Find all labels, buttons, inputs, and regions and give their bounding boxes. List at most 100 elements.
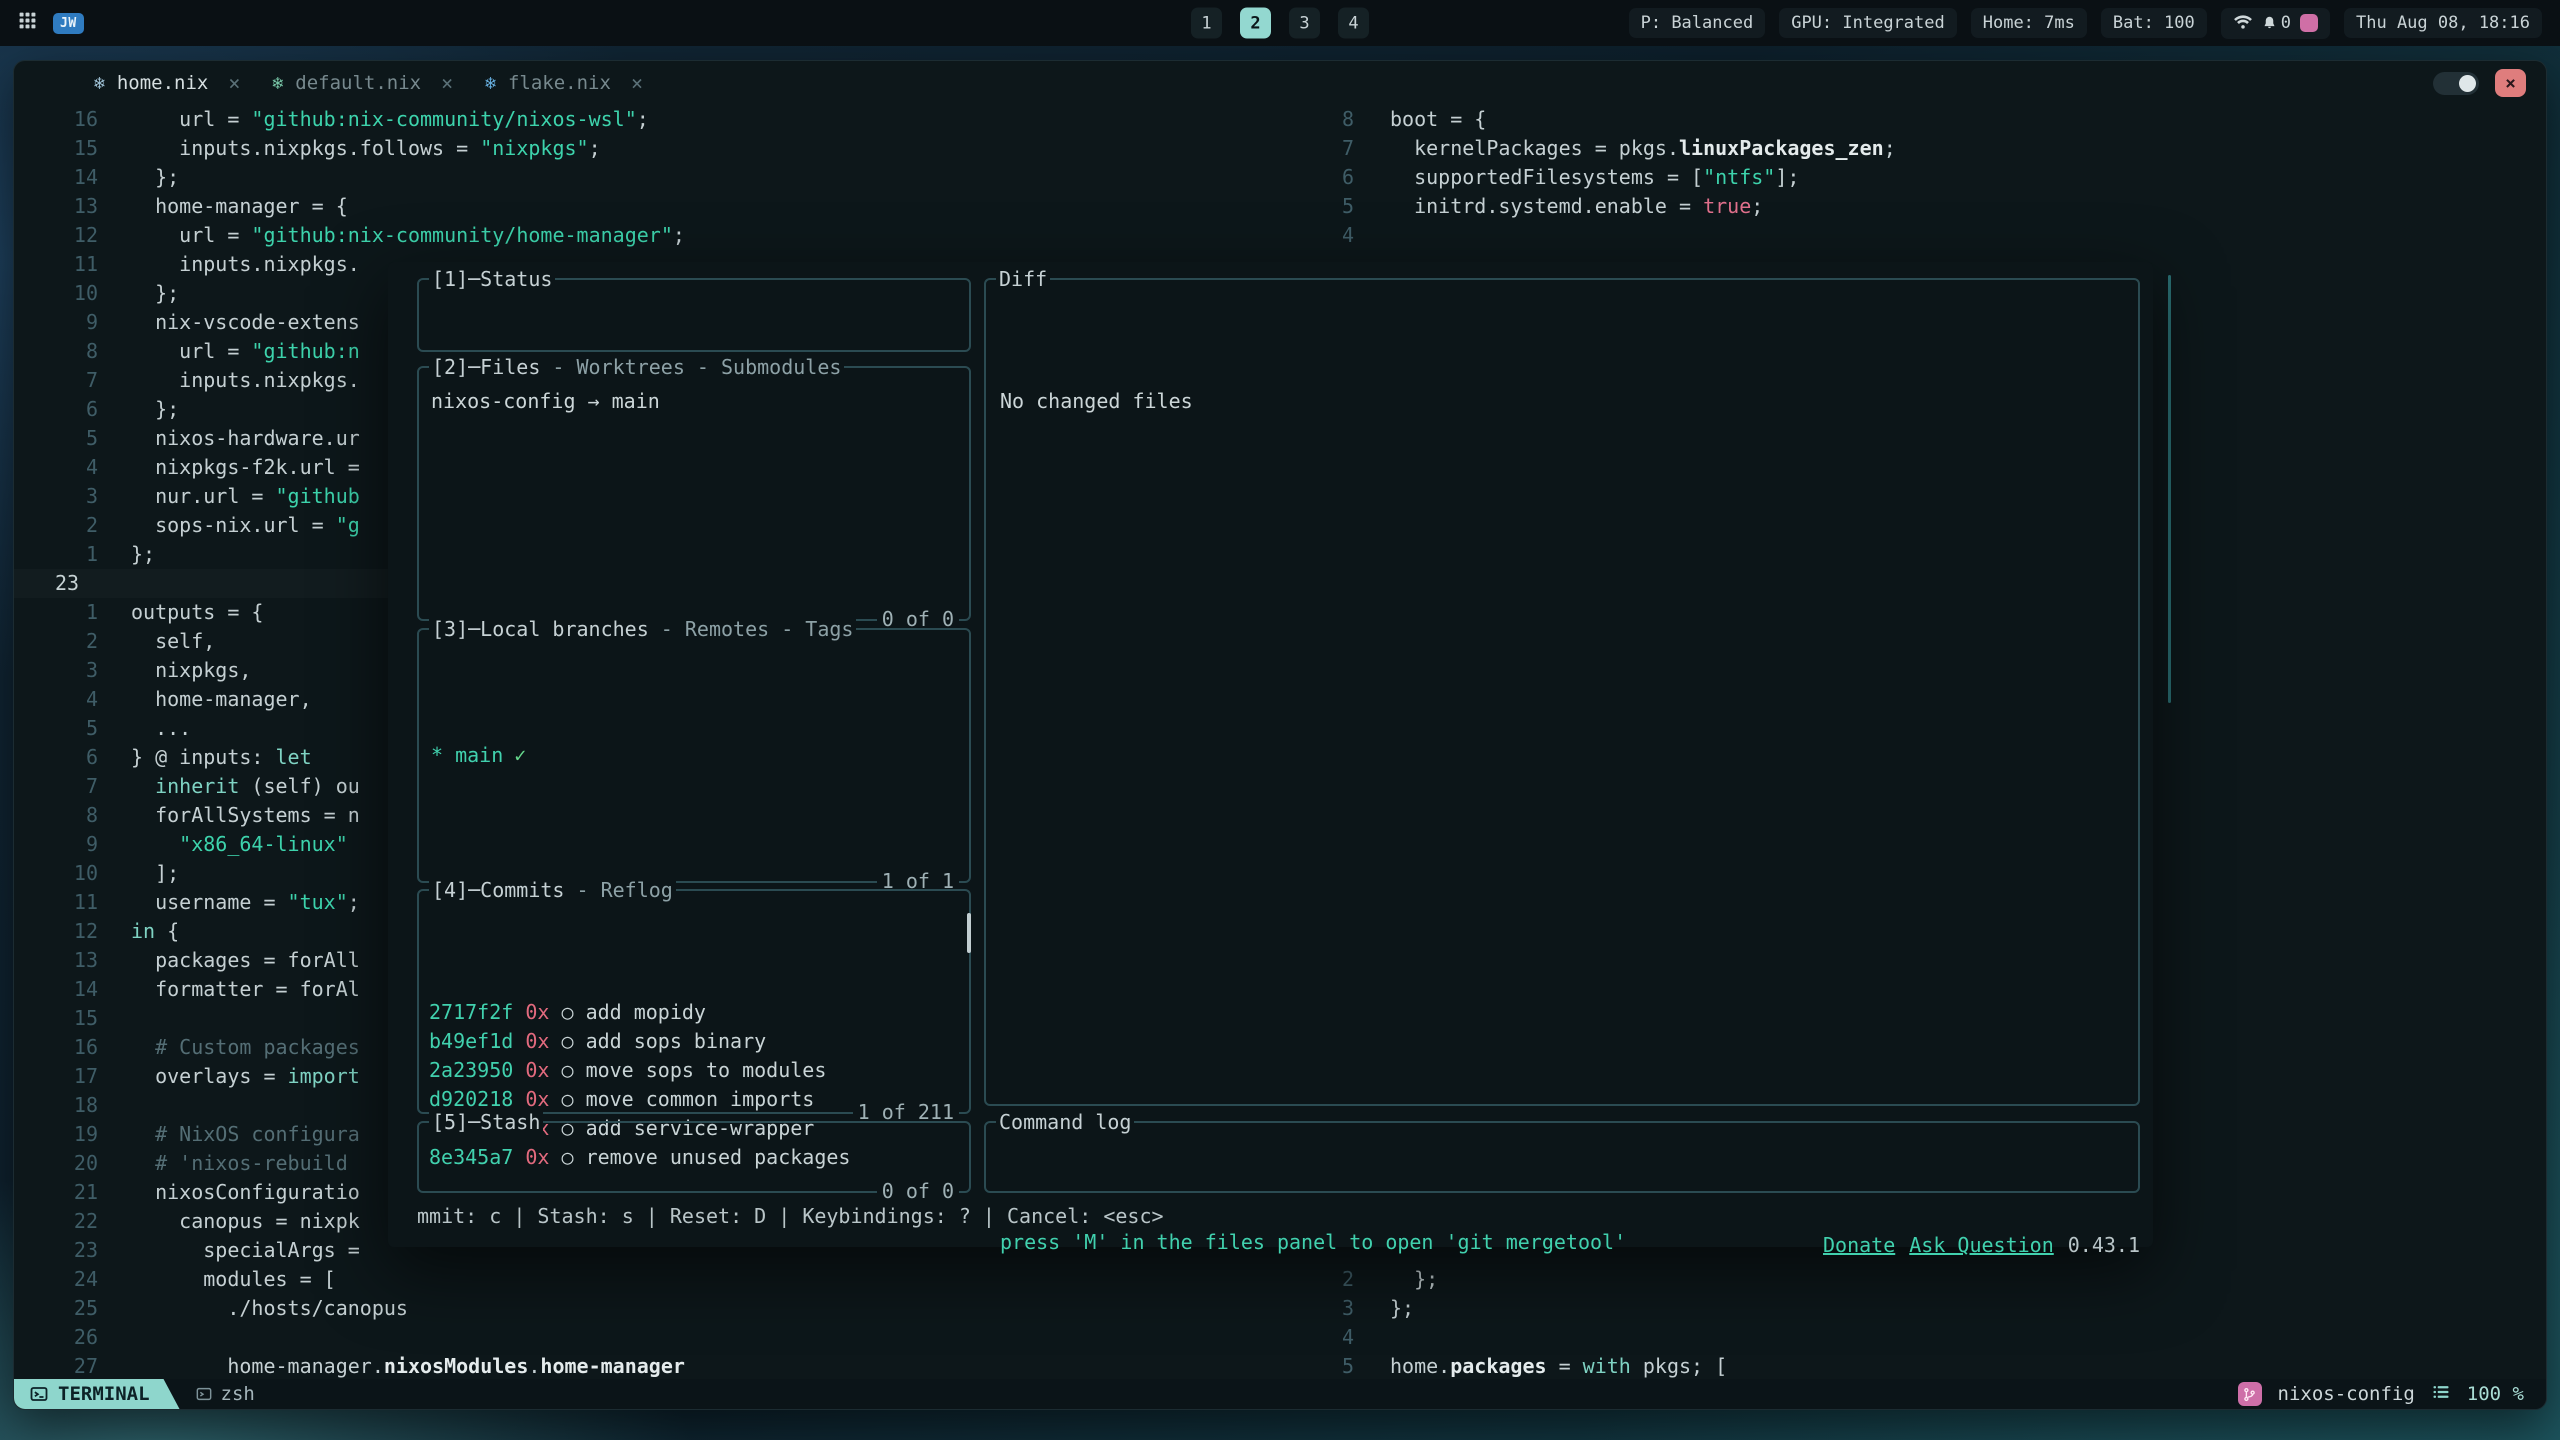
donate-link[interactable]: Donate: [1823, 1233, 1895, 1257]
line-number: 21: [14, 1178, 98, 1207]
line-text: canopus = nixpk: [131, 1209, 360, 1233]
commit-row[interactable]: 2717f2f 0x ○ add mopidy: [429, 998, 969, 1027]
lazygit-panel-status[interactable]: [1]─Status nixos-config → main: [417, 278, 971, 352]
tab-label: flake.nix: [508, 72, 611, 94]
tab-default.nix[interactable]: ❄default.nix×: [272, 71, 453, 95]
line-text: nixpkgs,: [131, 658, 251, 682]
top-bar: JW 1234 P: Balanced GPU: Integrated Home…: [0, 0, 2560, 46]
line-text: nixpkgs-f2k.url =: [131, 455, 360, 479]
notifications-button[interactable]: 0: [2262, 13, 2291, 33]
branch-name: * main: [431, 743, 503, 767]
commit-row[interactable]: 2a23950 0x ○ move sops to modules: [429, 1056, 969, 1085]
line-number: 6: [1284, 163, 1354, 192]
workspace-button-3[interactable]: 3: [1289, 8, 1320, 39]
commit-graph-node: ○: [561, 1000, 585, 1024]
mode-segment: TERMINAL: [14, 1379, 180, 1409]
line-text: inputs.nixpkgs.: [131, 368, 360, 392]
line-text: nur.url = "github: [131, 484, 360, 508]
commit-graph-node: ○: [561, 1058, 585, 1082]
line-text: forAllSystems = n: [131, 803, 360, 827]
line-text: overlays = import: [131, 1064, 360, 1088]
line-text: };: [131, 542, 155, 566]
tab-close-icon[interactable]: ×: [631, 71, 643, 95]
workspace-button-2[interactable]: 2: [1240, 8, 1271, 39]
lazygit-panel-diff[interactable]: Diff No changed files: [984, 278, 2140, 1106]
power-profile-label: P: Balanced: [1641, 13, 1754, 33]
commit-author: 0x: [513, 1058, 561, 1082]
lazygit-panel-commits[interactable]: [4]─Commits - Reflog 2717f2f 0x ○ add mo…: [417, 889, 971, 1114]
editor-line: 12 url = "github:nix-community/home-mana…: [14, 221, 685, 250]
line-number: 7: [14, 366, 98, 395]
tab-close-icon[interactable]: ×: [228, 71, 240, 95]
editor-pane-right-top[interactable]: 8boot = {7 kernelPackages = pkgs.linuxPa…: [1284, 105, 1896, 250]
editor-line: 4: [1284, 221, 1896, 250]
line-text: nixos-hardware.ur: [131, 426, 360, 450]
gpu-label: GPU: Integrated: [1791, 13, 1945, 33]
line-number: 10: [14, 279, 98, 308]
tab-home.nix[interactable]: ❄home.nix×: [94, 71, 240, 95]
line-text: ...: [131, 716, 191, 740]
line-text: "x86_64-linux": [131, 832, 348, 856]
branch-row[interactable]: * main ✓: [419, 717, 969, 770]
line-number: 23: [14, 569, 98, 598]
tab-flake.nix[interactable]: ❄flake.nix×: [485, 71, 643, 95]
lazygit-panel-stash[interactable]: [5]─Stash 0 of 0: [417, 1121, 971, 1193]
line-number: 9: [14, 830, 98, 859]
color-swatch-icon[interactable]: [2300, 14, 2318, 32]
workspaces: 1234: [1191, 8, 1369, 39]
battery-indicator: Bat: 100: [2101, 8, 2207, 38]
ask-question-link[interactable]: Ask Question: [1909, 1233, 2054, 1257]
clock: Thu Aug 08, 18:16: [2344, 8, 2542, 38]
commit-hash: 2717f2f: [429, 1000, 513, 1024]
editor-line: 15 inputs.nixpkgs.follows = "nixpkgs";: [14, 134, 685, 163]
power-profile-indicator: P: Balanced: [1629, 8, 1766, 38]
editor-line: 16 url = "github:nix-community/nixos-wsl…: [14, 105, 685, 134]
app-badge[interactable]: JW: [53, 13, 84, 34]
line-text: url = "github:n: [131, 339, 360, 363]
line-number: 8: [14, 801, 98, 830]
gpu-indicator: GPU: Integrated: [1779, 8, 1957, 38]
statusline: TERMINAL zsh nixos-config 100 %: [14, 1379, 2546, 1409]
line-number: 2: [14, 511, 98, 540]
workspace-button-4[interactable]: 4: [1338, 8, 1369, 39]
line-number: 18: [14, 1091, 98, 1120]
line-number: 8: [14, 337, 98, 366]
lazygit-panel-branches[interactable]: [3]─Local branches - Remotes - Tags * ma…: [417, 628, 971, 883]
line-number: 3: [14, 482, 98, 511]
scrollbar-indicator[interactable]: [2168, 275, 2171, 703]
line-number: 4: [1284, 221, 1354, 250]
line-number: 11: [14, 888, 98, 917]
tab-close-icon[interactable]: ×: [441, 71, 453, 95]
line-number: 8: [1284, 105, 1354, 134]
line-text: ./hosts/canopus: [131, 1296, 408, 1320]
diff-content: No changed files: [986, 367, 2138, 436]
bell-icon: [2262, 15, 2277, 31]
branch-check-icon: ✓: [514, 743, 526, 767]
commit-row[interactable]: b49ef1d 0x ○ add sops binary: [429, 1027, 969, 1056]
apps-grid-icon[interactable]: [18, 11, 37, 35]
window-pin-toggle[interactable]: [2433, 72, 2479, 95]
commits-scrollbar[interactable]: [967, 913, 971, 953]
line-number: 17: [14, 1062, 98, 1091]
line-number: 13: [14, 946, 98, 975]
commit-message: add mopidy: [586, 1000, 706, 1024]
commit-author: 0x: [513, 1029, 561, 1053]
panel-title-commits: [4]─Commits - Reflog: [429, 876, 676, 905]
ping-label: Home: 7ms: [1983, 13, 2075, 33]
line-text: url = "github:nix-community/nixos-wsl";: [131, 107, 649, 131]
line-text: initrd.systemd.enable = true;: [1390, 194, 1763, 218]
notification-count: 0: [2281, 13, 2291, 33]
tab-list: ❄home.nix×❄default.nix×❄flake.nix×: [94, 71, 643, 95]
line-number: 6: [14, 743, 98, 772]
workspace-button-1[interactable]: 1: [1191, 8, 1222, 39]
editor-line: 8boot = {: [1284, 105, 1896, 134]
lazygit-panel-command-log[interactable]: Command log press 'M' in the files panel…: [984, 1121, 2140, 1193]
line-number: 16: [14, 105, 98, 134]
wifi-icon[interactable]: [2233, 13, 2253, 34]
line-text: specialArgs =: [131, 1238, 360, 1262]
window-close-button[interactable]: ×: [2495, 69, 2526, 97]
line-text: home-manager,: [131, 687, 312, 711]
lazygit-panel-files[interactable]: [2]─Files - Worktrees - Submodules 0 of …: [417, 366, 971, 621]
line-number: 19: [14, 1120, 98, 1149]
line-number: 9: [14, 308, 98, 337]
